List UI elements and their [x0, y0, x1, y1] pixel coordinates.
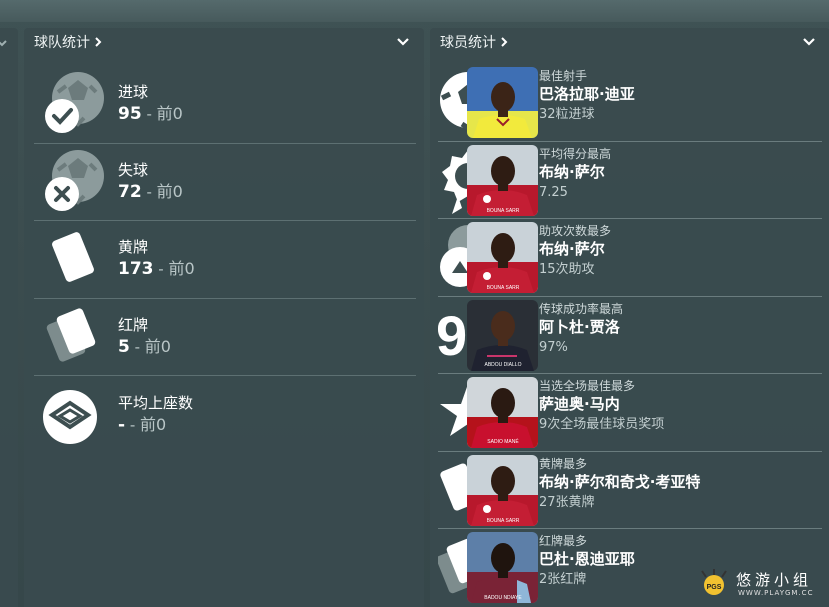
stat-rank: 前0: [156, 104, 183, 124]
svg-text:9: 9: [438, 304, 467, 367]
player-name-link[interactable]: 萨迪奥·马内: [539, 394, 664, 415]
ball-check-icon: [38, 68, 110, 140]
player-photo[interactable]: BOUNA SARR: [467, 222, 538, 293]
leader-category: 当选全场最佳最多: [539, 379, 636, 393]
chevron-down-icon: [397, 38, 409, 46]
stat-value: 173: [118, 259, 154, 280]
team-stat-row-red-cards[interactable]: 红牌 5 - 前0: [34, 299, 416, 376]
top-strip: [0, 0, 829, 22]
player-name-link[interactable]: 布纳·萨尔: [539, 239, 611, 260]
player-photo[interactable]: ABDOU DIALLO: [467, 299, 538, 371]
leader-category: 传球成功率最高: [539, 301, 624, 316]
stadium-seat-icon: [38, 379, 110, 451]
chevron-right-icon: [95, 37, 102, 47]
team-stats-panel: 球队统计 进球 95 - 前0 失球 72 - 前0 黄牌 173 - 前0 红…: [24, 28, 424, 607]
leader-category: 最佳射手: [539, 69, 588, 83]
player-name-link[interactable]: 阿卜杜·贾洛: [539, 317, 623, 338]
team-stats-header: 球队统计: [24, 28, 424, 56]
stat-value: 72: [118, 181, 142, 202]
leader-detail: 27张黄牌: [539, 494, 595, 510]
player-leader-row-assists[interactable]: BOUNA SARR 助攻次数最多 布纳·萨尔 15次助攻: [438, 219, 822, 297]
watermark-url: WWW.PLAYGM.CC: [738, 589, 814, 597]
team-stat-row-goals[interactable]: 进球 95 - 前0: [34, 66, 416, 144]
player-leader-row-top-scorer[interactable]: 最佳射手 巴洛拉耶·迪亚 32粒进球: [438, 64, 822, 142]
watermark-text: 悠游小组: [736, 571, 813, 589]
player-stats-panel: 球员统计 最佳射手 巴洛拉耶·迪亚 32粒进球 BOUNA SARR 平均得分最…: [430, 28, 829, 607]
player-name-link[interactable]: 布纳·萨尔: [539, 162, 611, 183]
leader-category: 平均得分最高: [539, 146, 612, 161]
stat-rank: 前0: [144, 336, 171, 356]
player-leader-row-avg-rating[interactable]: BOUNA SARR 平均得分最高 布纳·萨尔 7.25: [438, 142, 822, 219]
stat-label: 平均上座数: [118, 393, 194, 412]
stat-rank: 前0: [140, 414, 167, 434]
ball-x-icon: [38, 146, 110, 218]
jersey-name-text: BOUNA SARR: [487, 518, 520, 524]
stat-label: 失球: [118, 160, 149, 179]
player-photo[interactable]: SADIO MANÉ: [467, 377, 538, 448]
team-stats-title: 球队统计: [34, 35, 90, 51]
stat-label: 红牌: [118, 315, 149, 334]
stat-separator: -: [141, 105, 157, 124]
stat-value: 5: [118, 336, 130, 357]
jersey-name-text: BOUNA SARR: [487, 208, 520, 214]
jersey-name-text: BOUNA SARR: [487, 285, 520, 291]
team-stat-row-conceded[interactable]: 失球 72 - 前0: [34, 144, 416, 221]
player-leader-row-pass-completion[interactable]: 9 ABDOU DIALLO 传球成功率最高 阿卜杜·贾洛 97%: [438, 297, 822, 374]
jersey-name-text: ABDOU DIALLO: [485, 362, 522, 368]
team-stat-row-attendance[interactable]: 平均上座数 - - 前0: [34, 376, 416, 454]
leader-category: 红牌最多: [539, 534, 588, 548]
leader-detail: 2张红牌: [539, 572, 587, 587]
player-photo[interactable]: BOUNA SARR: [467, 144, 538, 216]
player-name-link[interactable]: 巴洛拉耶·迪亚: [539, 84, 635, 105]
stat-separator: -: [125, 415, 141, 434]
team-stats-list: 进球 95 - 前0 失球 72 - 前0 黄牌 173 - 前0 红牌 5 -…: [34, 66, 416, 454]
jersey-name-text: SADIO MANÉ: [487, 438, 519, 445]
leader-category: 助攻次数最多: [539, 224, 612, 238]
team-stats-title-link[interactable]: 球队统计: [34, 32, 102, 52]
yellow-card-icon: [38, 223, 110, 295]
stat-separator: -: [153, 260, 169, 279]
stat-value: -: [118, 414, 126, 435]
leader-detail: 97%: [539, 339, 568, 355]
player-name-link[interactable]: 巴杜·恩迪亚耶: [539, 549, 635, 570]
stat-separator: -: [129, 337, 145, 356]
leader-detail: 9次全场最佳球员奖项: [539, 417, 665, 432]
leader-detail: 32粒进球: [539, 107, 595, 122]
team-stats-collapse-button[interactable]: [394, 33, 412, 51]
player-name-link[interactable]: 布纳·萨尔和奇戈·考亚特: [539, 472, 700, 493]
player-stats-title-link[interactable]: 球员统计: [440, 32, 508, 52]
leader-category: 黄牌最多: [539, 456, 588, 471]
red-card-icon: [38, 301, 110, 373]
player-leader-row-yellow-cards[interactable]: BOUNA SARR 黄牌最多 布纳·萨尔和奇戈·考亚特 27张黄牌: [438, 452, 822, 529]
stat-rank: 前0: [168, 259, 195, 279]
chevron-down-icon: [803, 38, 815, 46]
player-stats-collapse-button[interactable]: [800, 33, 818, 51]
stat-label: 黄牌: [118, 238, 149, 257]
player-photo[interactable]: [467, 67, 538, 138]
player-photo[interactable]: BADOU NDIAYE: [467, 532, 538, 603]
watermark-logo-text: PGS: [707, 584, 722, 591]
leader-detail: 7.25: [539, 184, 568, 200]
watermark-logo-icon: PGS: [701, 569, 727, 595]
chevron-down-icon[interactable]: [0, 38, 8, 48]
leader-detail: 15次助攻: [539, 262, 595, 277]
stat-rank: 前0: [156, 181, 183, 201]
chevron-right-icon: [501, 37, 508, 47]
player-stats-header: 球员统计: [430, 28, 829, 56]
player-stats-title: 球员统计: [440, 35, 496, 51]
player-photo[interactable]: BOUNA SARR: [467, 454, 538, 526]
team-stat-row-yellow-cards[interactable]: 黄牌 173 - 前0: [34, 221, 416, 299]
player-leader-row-man-of-match[interactable]: SADIO MANÉ 当选全场最佳最多 萨迪奥·马内 9次全场最佳球员奖项: [438, 374, 822, 452]
left-panel-stub: [0, 28, 18, 607]
stat-value: 95: [118, 104, 142, 125]
stat-separator: -: [141, 182, 157, 201]
player-stats-list: 最佳射手 巴洛拉耶·迪亚 32粒进球 BOUNA SARR 平均得分最高 布纳·…: [438, 64, 822, 607]
watermark: PGS 悠游小组 WWW.PLAYGM.CC: [700, 567, 829, 603]
jersey-name-text: BADOU NDIAYE: [484, 595, 522, 601]
stat-label: 进球: [118, 83, 149, 102]
